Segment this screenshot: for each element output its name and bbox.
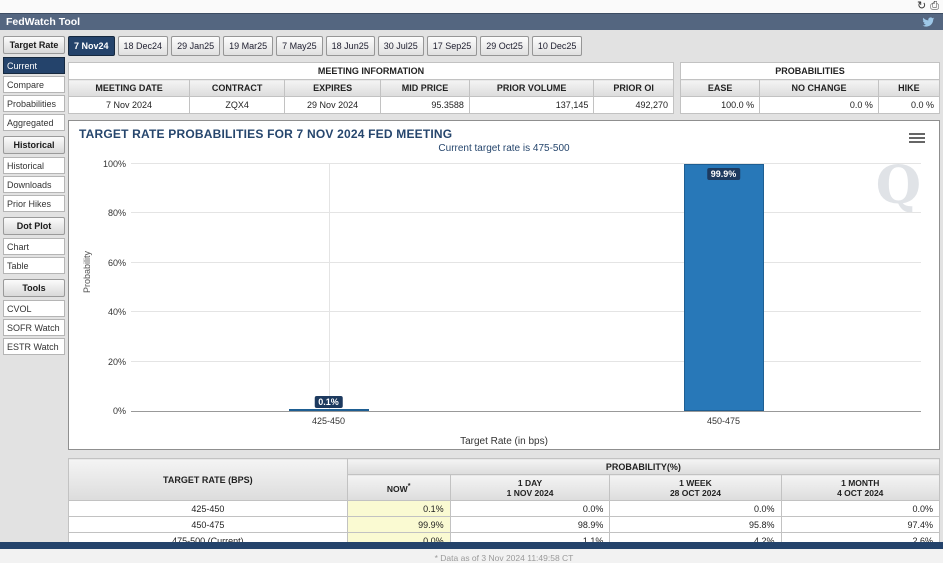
app-title: FedWatch Tool (6, 16, 80, 28)
browser-top-strip: ↻ ⎙ (0, 0, 943, 13)
sidebar-item-probabilities[interactable]: Probabilities (3, 95, 65, 112)
bar-425-450[interactable] (289, 409, 369, 411)
col-1-week[interactable]: 1 WEEK28 OCT 2024 (610, 475, 781, 501)
y-tick: 100% (103, 159, 126, 169)
day-450-475: 98.9% (450, 517, 610, 533)
col-1-month[interactable]: 1 MONTH4 OCT 2024 (781, 475, 940, 501)
bar-label-450-475: 99.9% (707, 168, 741, 180)
month-425-450: 0.0% (781, 501, 940, 517)
sidebar-item-aggregated[interactable]: Aggregated (3, 114, 65, 131)
sidebar-item-downloads[interactable]: Downloads (3, 176, 65, 193)
week-450-475: 95.8% (610, 517, 781, 533)
tab-17-sep25[interactable]: 17 Sep25 (427, 36, 478, 56)
main-area: 7 Nov24 18 Dec24 29 Jan25 19 Mar25 7 May… (68, 34, 940, 542)
refresh-icon[interactable]: ↻ (917, 0, 926, 12)
sidebar-item-cvol[interactable]: CVOL (3, 300, 65, 317)
sidebar: Target Rate Current Compare Probabilitie… (3, 34, 68, 542)
app-titlebar: FedWatch Tool (0, 13, 943, 30)
tab-7-may25[interactable]: 7 May25 (276, 36, 323, 56)
probabilities-title: PROBABILITIES (681, 63, 940, 80)
bar-label-425-450: 0.1% (314, 396, 343, 408)
chart-plot-area: 0% 20% 40% 60% 80% 100% 0.1% 99.9% (131, 164, 921, 412)
sidebar-section-historical: Historical (3, 136, 65, 154)
tab-29-oct25[interactable]: 29 Oct25 (480, 36, 529, 56)
rate-425-450: 425-450 (69, 501, 348, 517)
y-axis-title: Probability (82, 251, 92, 293)
table-row: 425-450 0.1% 0.0% 0.0% 0.0% (69, 501, 940, 517)
col-contract[interactable]: CONTRACT (190, 80, 285, 97)
chart-panel: TARGET RATE PROBABILITIES FOR 7 NOV 2024… (68, 120, 940, 450)
sidebar-item-chart[interactable]: Chart (3, 238, 65, 255)
chart-title: TARGET RATE PROBABILITIES FOR 7 NOV 2024… (79, 127, 929, 141)
tab-7-nov24[interactable]: 7 Nov24 (68, 36, 115, 56)
col-target-rate-bps[interactable]: TARGET RATE (BPS) (69, 459, 348, 501)
col-no-change[interactable]: NO CHANGE (760, 80, 879, 97)
twitter-icon[interactable] (922, 16, 935, 29)
col-1-day[interactable]: 1 DAY1 NOV 2024 (450, 475, 610, 501)
meeting-information-table: MEETING INFORMATION MEETING DATE CONTRAC… (68, 62, 674, 114)
sidebar-item-current[interactable]: Current (3, 57, 65, 74)
now-425-450: 0.1% (347, 501, 450, 517)
bar-450-475[interactable] (684, 164, 764, 411)
col-meeting-date[interactable]: MEETING DATE (69, 80, 190, 97)
expires-value: 29 Nov 2024 (285, 97, 381, 114)
meeting-tabs: 7 Nov24 18 Dec24 29 Jan25 19 Mar25 7 May… (68, 36, 940, 56)
sidebar-section-tools: Tools (3, 279, 65, 297)
x-axis-title: Target Rate (in bps) (79, 436, 929, 447)
group-header-probability: PROBABILITY(%) (347, 459, 939, 475)
bottom-accent-bar (0, 542, 943, 549)
tab-29-jan25[interactable]: 29 Jan25 (171, 36, 220, 56)
chart-menu-icon[interactable] (909, 131, 925, 145)
col-prior-oi[interactable]: PRIOR OI (594, 80, 674, 97)
x-tick-450-475: 450-475 (707, 416, 740, 426)
table-row: 450-475 99.9% 98.9% 95.8% 97.4% (69, 517, 940, 533)
contract-value: ZQX4 (190, 97, 285, 114)
y-tick: 40% (108, 307, 126, 317)
sidebar-item-table[interactable]: Table (3, 257, 65, 274)
print-icon[interactable]: ⎙ (930, 0, 939, 12)
sidebar-item-historical[interactable]: Historical (3, 157, 65, 174)
x-tick-425-450: 425-450 (312, 416, 345, 426)
y-tick: 80% (108, 208, 126, 218)
col-now[interactable]: NOW* (347, 475, 450, 501)
col-prior-volume[interactable]: PRIOR VOLUME (469, 80, 593, 97)
sidebar-item-estr-watch[interactable]: ESTR Watch (3, 338, 65, 355)
tab-10-dec25[interactable]: 10 Dec25 (532, 36, 583, 56)
page-content: Target Rate Current Compare Probabilitie… (0, 30, 943, 542)
day-425-450: 0.0% (450, 501, 610, 517)
sidebar-section-target-rate: Target Rate (3, 36, 65, 54)
col-expires[interactable]: EXPIRES (285, 80, 381, 97)
no-change-value: 0.0 % (760, 97, 879, 114)
col-mid-price[interactable]: MID PRICE (381, 80, 470, 97)
probabilities-table: PROBABILITIES EASE NO CHANGE HIKE 100.0 … (680, 62, 940, 114)
sidebar-item-compare[interactable]: Compare (3, 76, 65, 93)
data-as-of-footnote: * Data as of 3 Nov 2024 11:49:58 CT (68, 553, 940, 563)
tab-18-dec24[interactable]: 18 Dec24 (118, 36, 169, 56)
tab-30-jul25[interactable]: 30 Jul25 (378, 36, 424, 56)
y-tick: 20% (108, 357, 126, 367)
probability-history-table: TARGET RATE (BPS) PROBABILITY(%) NOW* 1 … (68, 458, 940, 549)
chart-subtitle: Current target rate is 475-500 (79, 143, 929, 154)
y-tick: 60% (108, 258, 126, 268)
prior-volume-value: 137,145 (469, 97, 593, 114)
meeting-info-title: MEETING INFORMATION (69, 63, 674, 80)
meeting-date-value: 7 Nov 2024 (69, 97, 190, 114)
tab-19-mar25[interactable]: 19 Mar25 (223, 36, 273, 56)
col-hike[interactable]: HIKE (878, 80, 939, 97)
month-450-475: 97.4% (781, 517, 940, 533)
week-425-450: 0.0% (610, 501, 781, 517)
col-ease[interactable]: EASE (681, 80, 760, 97)
ease-value: 100.0 % (681, 97, 760, 114)
hike-value: 0.0 % (878, 97, 939, 114)
now-450-475: 99.9% (347, 517, 450, 533)
y-tick: 0% (113, 406, 126, 416)
sidebar-section-dot-plot: Dot Plot (3, 217, 65, 235)
sidebar-item-prior-hikes[interactable]: Prior Hikes (3, 195, 65, 212)
prior-oi-value: 492,270 (594, 97, 674, 114)
tab-18-jun25[interactable]: 18 Jun25 (326, 36, 375, 56)
sidebar-item-sofr-watch[interactable]: SOFR Watch (3, 319, 65, 336)
mid-price-value: 95.3588 (381, 97, 470, 114)
rate-450-475: 450-475 (69, 517, 348, 533)
